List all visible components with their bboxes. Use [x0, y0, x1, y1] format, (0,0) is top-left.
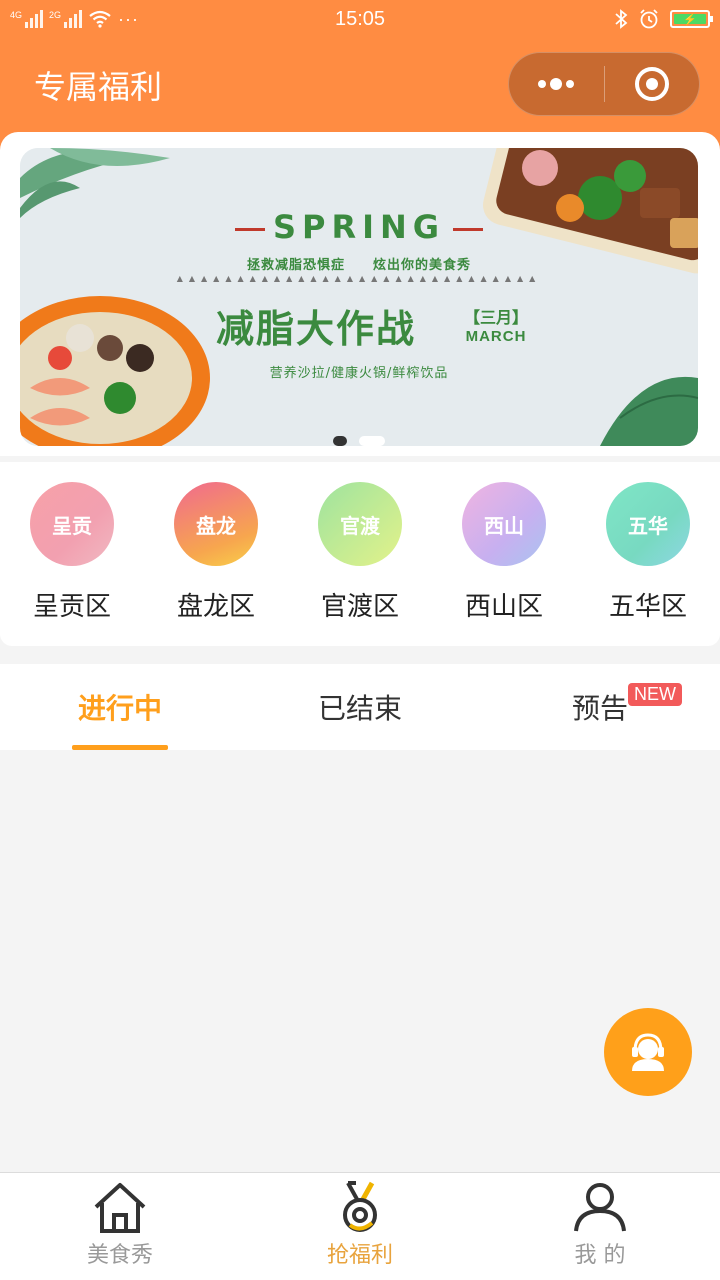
banner-spring-title: SPRING [20, 208, 698, 246]
district-name: 五华区 [608, 592, 687, 622]
district-badge: 西山 [462, 482, 546, 566]
district-name: 官渡区 [320, 592, 399, 622]
close-miniprogram-button[interactable] [605, 53, 700, 115]
tabbar-item-mine[interactable]: 我 的 [480, 1173, 720, 1280]
tab-preview[interactable]: 预告 [480, 664, 720, 750]
target-icon [634, 67, 669, 101]
miniprogram-capsule [508, 52, 700, 116]
district-name: 盘龙区 [176, 592, 255, 622]
district-name: 西山区 [464, 592, 543, 622]
banner-month-en: MARCH [465, 328, 527, 345]
customer-service-button[interactable] [604, 1008, 692, 1096]
tabbar-label: 抢福利 [326, 1243, 393, 1268]
tabbar-label: 美食秀 [86, 1243, 153, 1268]
more-dot-icon [550, 78, 563, 90]
district-item-panlong[interactable]: 盘龙 盘龙区 [174, 462, 258, 646]
banner-month: 【三月】 MARCH [464, 304, 528, 345]
signal-icon: 2G [49, 10, 83, 28]
nav-bar: 专属福利 [0, 38, 720, 132]
banner-artwork [20, 148, 698, 446]
district-item-chenggong[interactable]: 呈贡 呈贡区 [30, 462, 114, 646]
page-title: 专属福利 [34, 68, 163, 106]
bluetooth-icon [615, 9, 628, 29]
district-badge: 盘龙 [174, 482, 258, 566]
status-tabs: 进行中 已结束 预告 [0, 664, 720, 750]
alarm-icon [640, 9, 658, 29]
home-icon [94, 1183, 146, 1233]
tab-ongoing[interactable]: 进行中 [0, 664, 240, 750]
status-bar: 4G 2G ··· 15:05 ⚡ [0, 0, 720, 38]
status-right: ⚡ [614, 8, 713, 30]
signal-label: 2G [49, 10, 62, 20]
banner-subline: 营养沙拉/健康火锅/鲜榨饮品 [269, 366, 449, 381]
district-badge: 呈贡 [30, 482, 114, 566]
status-left: 4G 2G ··· [10, 10, 139, 28]
banner-tagline: 拯救减脂恐惧症 炫出你的美食秀 [20, 254, 698, 273]
tab-label: 预告 [571, 692, 628, 725]
signal-icon: 4G [10, 10, 44, 28]
customer-service-icon [632, 1033, 664, 1071]
carousel-indicators [20, 436, 698, 446]
signal-label: 4G [10, 10, 23, 20]
carousel-dot-active[interactable] [333, 436, 347, 446]
wifi-icon [89, 10, 111, 28]
banner-tagline-left: 拯救减脂恐惧症 [246, 258, 345, 273]
district-badge: 五华 [606, 482, 690, 566]
tabbar-item-food-show[interactable]: 美食秀 [0, 1173, 240, 1280]
promo-banner[interactable]: SPRING 拯救减脂恐惧症 炫出你的美食秀 ▲▲▲▲▲▲▲▲▲▲▲▲▲▲▲▲▲▲… [20, 148, 698, 446]
new-badge: NEW [628, 683, 682, 706]
district-list: 呈贡 呈贡区 盘龙 盘龙区 官渡 官渡区 西山 西山区 五华 五华区 [0, 462, 720, 646]
tabbar-item-grab-benefits[interactable]: 抢福利 [240, 1173, 480, 1280]
tab-label: 已结束 [317, 692, 402, 725]
triangle-divider: ▲▲▲▲▲▲▲▲▲▲▲▲▲▲▲▲▲▲▲▲▲▲▲▲▲▲▲▲▲▲ [176, 274, 542, 283]
medal-icon [343, 1181, 377, 1232]
active-tab-underline [72, 745, 168, 750]
carousel-dot[interactable] [359, 436, 385, 446]
tabbar-label: 我 的 [574, 1243, 626, 1268]
more-options-button[interactable] [509, 53, 604, 115]
district-name: 呈贡区 [32, 592, 111, 622]
tab-label: 进行中 [77, 692, 162, 725]
banner-section: SPRING 拯救减脂恐惧症 炫出你的美食秀 ▲▲▲▲▲▲▲▲▲▲▲▲▲▲▲▲▲▲… [0, 132, 720, 456]
battery-icon: ⚡ [670, 10, 713, 28]
district-item-wuhua[interactable]: 五华 五华区 [606, 462, 690, 646]
more-dot-icon [566, 80, 575, 88]
district-item-xishan[interactable]: 西山 西山区 [462, 462, 546, 646]
bottom-tab-bar: 美食秀 抢福利 我 的 [0, 1172, 720, 1280]
district-item-guandu[interactable]: 官渡 官渡区 [318, 462, 402, 646]
banner-headline: 减脂大作战 [216, 307, 417, 351]
district-badge: 官渡 [318, 482, 402, 566]
more-dots: ··· [118, 9, 140, 29]
user-icon [574, 1183, 626, 1232]
more-dot-icon [538, 80, 547, 88]
banner-tagline-right: 炫出你的美食秀 [373, 258, 472, 273]
banner-spring-text: SPRING [272, 208, 446, 246]
tab-ended[interactable]: 已结束 [240, 664, 480, 750]
banner-month-cn: 【三月】 [464, 308, 529, 327]
